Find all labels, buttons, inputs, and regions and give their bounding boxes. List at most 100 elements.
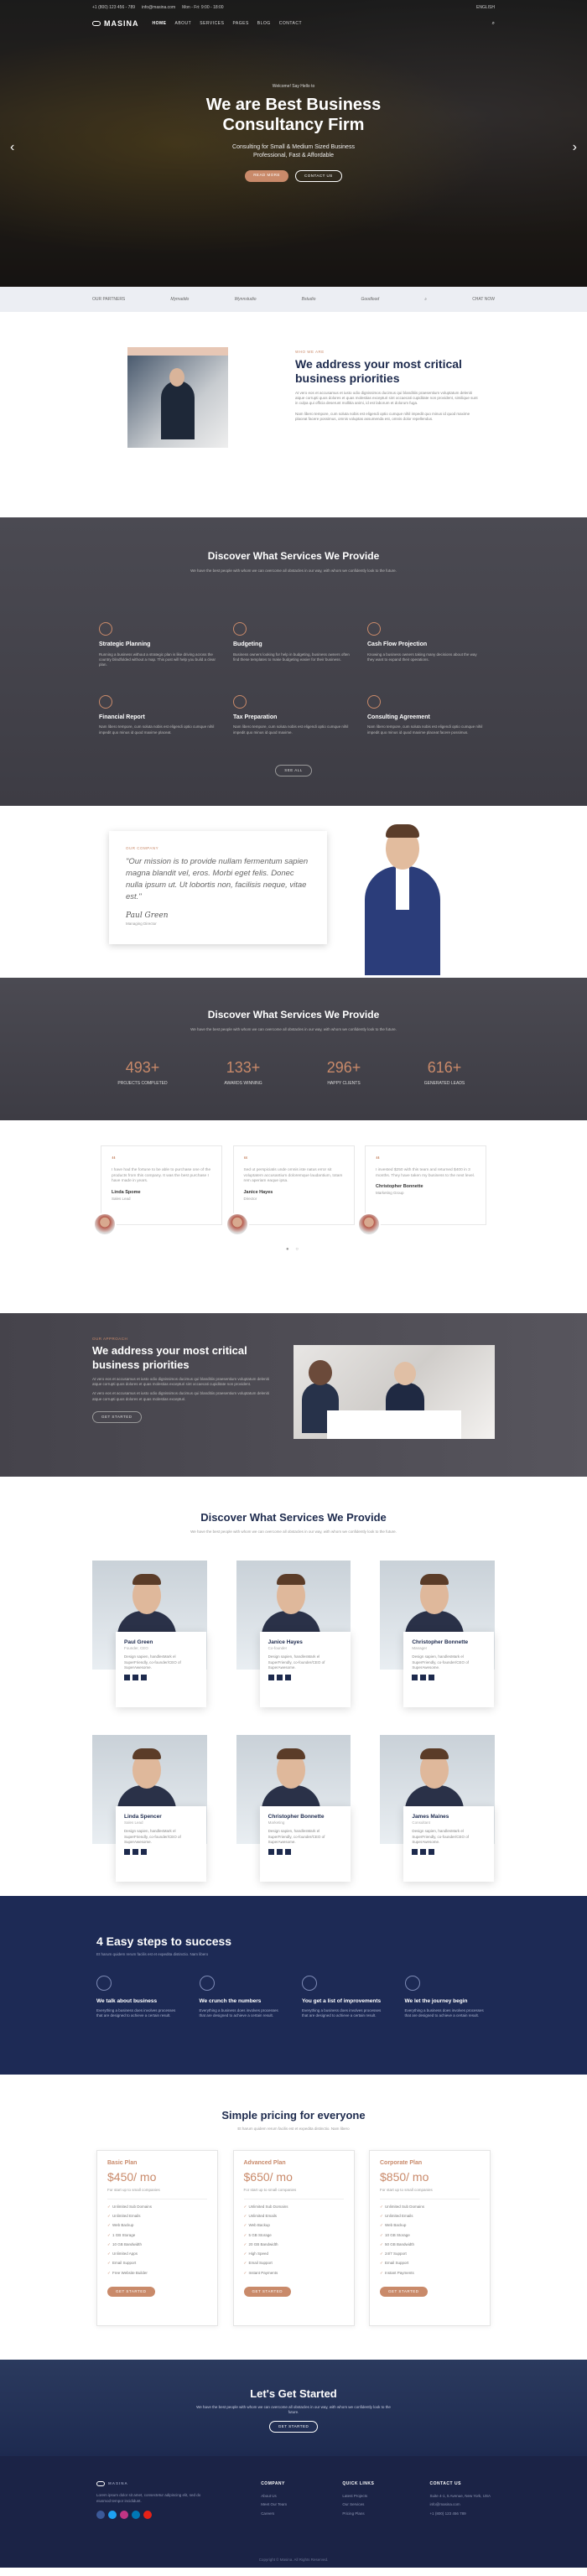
twitter-icon[interactable] (108, 2510, 117, 2519)
about-paragraph: At vero eos et accusamus et iusto odio d… (295, 390, 478, 406)
pricing-section: Simple pricing for everyone Et harum qui… (0, 2075, 587, 2360)
footer: MASINA Lorem ipsum dolor sit amet, conse… (0, 2456, 587, 2568)
linkedin-icon[interactable] (132, 2510, 140, 2519)
footer-link[interactable]: Our Services (342, 2502, 374, 2507)
chat-now-link[interactable]: CHAT NOW (472, 297, 495, 303)
stat-item: 616+ GENERATED LEADS (423, 1059, 465, 1087)
plan-button[interactable]: GET STARTED (107, 2287, 155, 2298)
logo-icon (92, 21, 101, 27)
chat-icon (96, 1976, 112, 1991)
twitter-icon[interactable] (276, 1675, 283, 1681)
nav-services[interactable]: SERVICES (200, 21, 224, 27)
calculator-icon (199, 1976, 215, 1991)
nav-contact[interactable]: CONTACT (279, 21, 302, 27)
service-card[interactable]: Strategic Planning Running a business wit… (99, 622, 216, 668)
steps-section: 4 Easy steps to success Et harum quidem … (0, 1896, 587, 2075)
approach-paragraph: At vero eos et accusamus et iusto odio d… (92, 1376, 269, 1387)
stats-section: Discover What Services We Provide We hav… (0, 978, 587, 1120)
linkedin-icon[interactable] (429, 1849, 435, 1856)
footer-link[interactable]: Careers (261, 2511, 287, 2516)
service-card[interactable]: Tax Preparation Nam libero tempore, cum s… (233, 694, 351, 735)
rocket-icon (404, 1976, 420, 1991)
topbar-email[interactable]: info@masina.com (142, 5, 175, 10)
get-started-button[interactable]: GET STARTED (92, 1410, 142, 1424)
nav-pages[interactable]: PAGES (232, 21, 248, 27)
team-section: Discover What Services We Provide We hav… (0, 1477, 587, 1896)
facebook-icon[interactable] (124, 1849, 130, 1856)
footer-link[interactable]: Meet Our Team (261, 2502, 287, 2507)
main-nav: MASINA HOME ABOUT SERVICES PAGES BLOG CO… (92, 18, 495, 29)
service-card[interactable]: Financial Report Nam libero tempore, cum … (99, 694, 216, 735)
copyright: Copyright © Masina. All Rights Reserved. (258, 2557, 329, 2562)
language-select[interactable]: ENGLISH (476, 5, 495, 11)
service-card[interactable]: Cash Flow Projection Knowing a business o… (367, 622, 485, 668)
team-member-card[interactable]: Paul Green Founder, CEO Design sapien, han… (92, 1561, 207, 1711)
linkedin-icon[interactable] (141, 1849, 147, 1856)
service-title: Budgeting (233, 641, 262, 647)
partner-logo: Wynnstudio (234, 296, 257, 302)
nav-blog[interactable]: BLOG (257, 21, 271, 27)
logo[interactable]: MASINA (92, 18, 139, 29)
instagram-icon[interactable] (120, 2510, 128, 2519)
step-item: We talk about business Everything a busin… (96, 1976, 183, 2019)
twitter-icon[interactable] (420, 1849, 427, 1856)
step-item: You get a list of improvements Everything… (302, 1976, 388, 2019)
linkedin-icon[interactable] (429, 1675, 435, 1681)
twitter-icon[interactable] (132, 1849, 138, 1856)
stat-item: 133+ AWARDS WINNING (224, 1059, 262, 1087)
service-desc: Business owners looking for help in budg… (233, 652, 350, 662)
plan-button[interactable]: GET STARTED (243, 2287, 292, 2298)
linkedin-icon[interactable] (141, 1675, 147, 1681)
contact-us-button[interactable]: Contact Us (294, 169, 342, 182)
search-icon[interactable]: ⌕ (424, 297, 427, 303)
cta-section: Let's Get Started We have the best peopl… (0, 2360, 587, 2456)
report-icon (99, 694, 112, 709)
about-paragraph: Nam libero tempore, cum soluta nobis est… (295, 411, 470, 422)
search-icon[interactable]: ⌕ (492, 20, 495, 27)
team-member-card[interactable]: Christopher Bonnette Manager Design sapien… (380, 1561, 495, 1711)
cta-button[interactable]: GET STARTED (268, 2420, 319, 2433)
approach-title: We address your most critical business p… (92, 1344, 247, 1371)
facebook-icon[interactable] (412, 1849, 418, 1856)
carousel-dots[interactable]: ● ○ (0, 1246, 587, 1253)
team-member-card[interactable]: Janice Hayes Co-founder Design sapien, han… (236, 1561, 351, 1711)
linkedin-icon[interactable] (284, 1849, 291, 1856)
linkedin-icon[interactable] (284, 1675, 291, 1681)
service-desc: Nam libero tempore, cum soluta nobis est… (99, 724, 215, 735)
see-all-button[interactable]: SEE ALL (275, 765, 312, 777)
service-title: Financial Report (99, 714, 145, 720)
twitter-icon[interactable] (132, 1675, 138, 1681)
nav-home[interactable]: HOME (153, 21, 167, 27)
plan-button[interactable]: GET STARTED (380, 2287, 428, 2298)
team-member-card[interactable]: Linda Spencer Sales Lead Design sapien, ha… (92, 1735, 207, 1886)
team-member-card[interactable]: James Maines Consultant Design sapien, han… (380, 1735, 495, 1886)
facebook-icon[interactable] (96, 2510, 105, 2519)
facebook-icon[interactable] (268, 1849, 274, 1856)
twitter-icon[interactable] (420, 1675, 427, 1681)
service-title: Tax Preparation (233, 714, 278, 720)
pricing-card: Corporate Plan $850/ mo For start up to sm… (369, 2150, 491, 2326)
facebook-icon[interactable] (268, 1675, 274, 1681)
mission-quote: "Our mission is to provide nullam fermen… (126, 857, 309, 901)
email-link[interactable]: info@masina.com (430, 2502, 491, 2507)
service-desc: Knowing a business owners taking many de… (367, 652, 477, 662)
logo-text: MASINA (104, 19, 139, 28)
footer-link[interactable]: Latest Projects (342, 2494, 374, 2499)
footer-logo[interactable]: MASINA (96, 2481, 205, 2487)
budget-icon (233, 622, 247, 636)
service-card[interactable]: Consulting Agreement Nam libero tempore, … (367, 694, 485, 735)
cta-subtitle: We have the best people with whom we can… (196, 2405, 391, 2415)
facebook-icon[interactable] (124, 1675, 130, 1681)
read-more-button[interactable]: Read More (245, 169, 288, 182)
nav-about[interactable]: ABOUT (175, 21, 192, 27)
avatar (225, 1213, 249, 1236)
twitter-icon[interactable] (276, 1849, 283, 1856)
team-member-card[interactable]: Christopher Bonnette Marketing Design sapi… (236, 1735, 351, 1886)
youtube-icon[interactable] (143, 2510, 152, 2519)
footer-link[interactable]: Pricing Plans (342, 2511, 374, 2516)
testimonial-card: “I invested $250 with this team and retu… (357, 1145, 486, 1236)
hero-subtitle: Consulting for Small & Medium Sized Busi… (232, 144, 355, 158)
footer-link[interactable]: About Us (261, 2494, 287, 2499)
service-card[interactable]: Budgeting Business owners looking for hel… (233, 622, 351, 668)
facebook-icon[interactable] (412, 1675, 418, 1681)
